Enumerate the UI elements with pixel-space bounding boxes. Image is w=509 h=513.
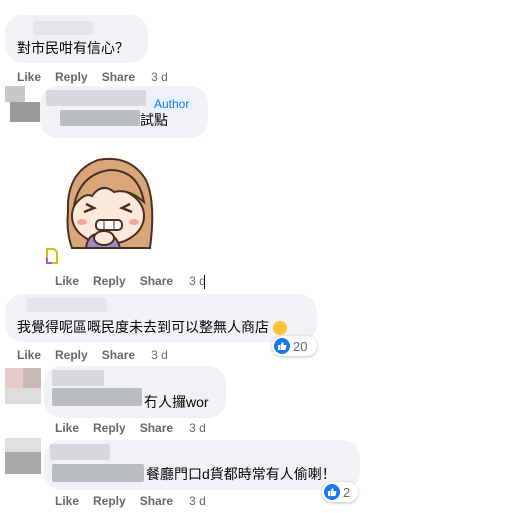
avatar[interactable] [5,86,41,122]
document-icon [46,248,58,264]
like-button[interactable]: Like [55,493,79,509]
comment-actions-5: Like Reply Share 3 d [55,493,220,509]
reply-button[interactable]: Reply [55,69,88,85]
timestamp[interactable]: 3 d [151,69,168,85]
share-button[interactable]: Share [140,273,173,289]
comments-thread: 對市民咁有信心？ Like Reply Share 3 d 試點 Author [0,0,509,513]
text-cursor [204,275,205,289]
comment-text-5: 餐廳門口d貨都時常有人偷喇！ [146,466,336,482]
reply-button[interactable]: Reply [93,420,126,436]
reply-button[interactable]: Reply [93,493,126,509]
redacted-text [52,464,144,482]
reply-button[interactable]: Reply [55,347,88,363]
comment-text-3-content: 我覺得呢區嘅民度未去到可以整無人商店 [17,319,269,335]
comment-text-1: 對市民咁有信心？ [17,40,129,56]
share-button[interactable]: Share [102,69,135,85]
comment-bubble-3: 我覺得呢區嘅民度未去到可以整無人商店 [5,294,317,342]
comment-actions-3: Like Reply Share 3 d [17,347,182,363]
thumbs-up-icon [324,484,340,500]
timestamp[interactable]: 3 d [189,493,206,509]
avatar[interactable] [5,438,41,474]
comment-bubble-1: 對市民咁有信心？ [5,15,148,63]
redacted-author-name [33,21,93,35]
redacted-author-name [46,90,146,106]
redacted-text [60,110,140,126]
comment-text-2: 試點 [140,112,168,128]
crying-girl-sticker-icon [66,158,154,249]
sticker-image[interactable] [58,152,154,252]
author-badge: Author [150,96,194,113]
redacted-text [52,388,142,406]
thumbs-up-icon [274,338,290,354]
avatar[interactable] [5,368,41,404]
share-button[interactable]: Share [140,420,173,436]
share-button[interactable]: Share [102,347,135,363]
sticker-actions: Like Reply Share 3 d [55,273,220,289]
comment-actions-4: Like Reply Share 3 d [55,420,220,436]
comment-text-4: 冇人攞wor [144,394,209,410]
comment-bubble-5: 餐廳門口d貨都時常有人偷喇！ [44,440,360,490]
laughing-face-icon [272,321,287,336]
reaction-count: 2 [343,484,351,500]
timestamp[interactable]: 3 d [151,347,168,363]
reaction-summary[interactable]: 2 [322,482,358,502]
redacted-author-name [50,444,110,460]
like-button[interactable]: Like [55,273,79,289]
share-button[interactable]: Share [140,493,173,509]
reply-button[interactable]: Reply [93,273,126,289]
like-button[interactable]: Like [17,69,41,85]
redacted-author-name [27,298,107,312]
like-button[interactable]: Like [55,420,79,436]
comment-text-3: 我覺得呢區嘅民度未去到可以整無人商店 [17,318,287,336]
like-button[interactable]: Like [17,347,41,363]
comment-actions-1: Like Reply Share 3 d [17,69,182,85]
comment-bubble-4: 冇人攞wor [44,366,226,418]
reaction-count: 20 [293,338,308,354]
timestamp[interactable]: 3 d [189,420,206,436]
redacted-author-name [52,370,104,386]
reaction-summary[interactable]: 20 [272,336,317,356]
